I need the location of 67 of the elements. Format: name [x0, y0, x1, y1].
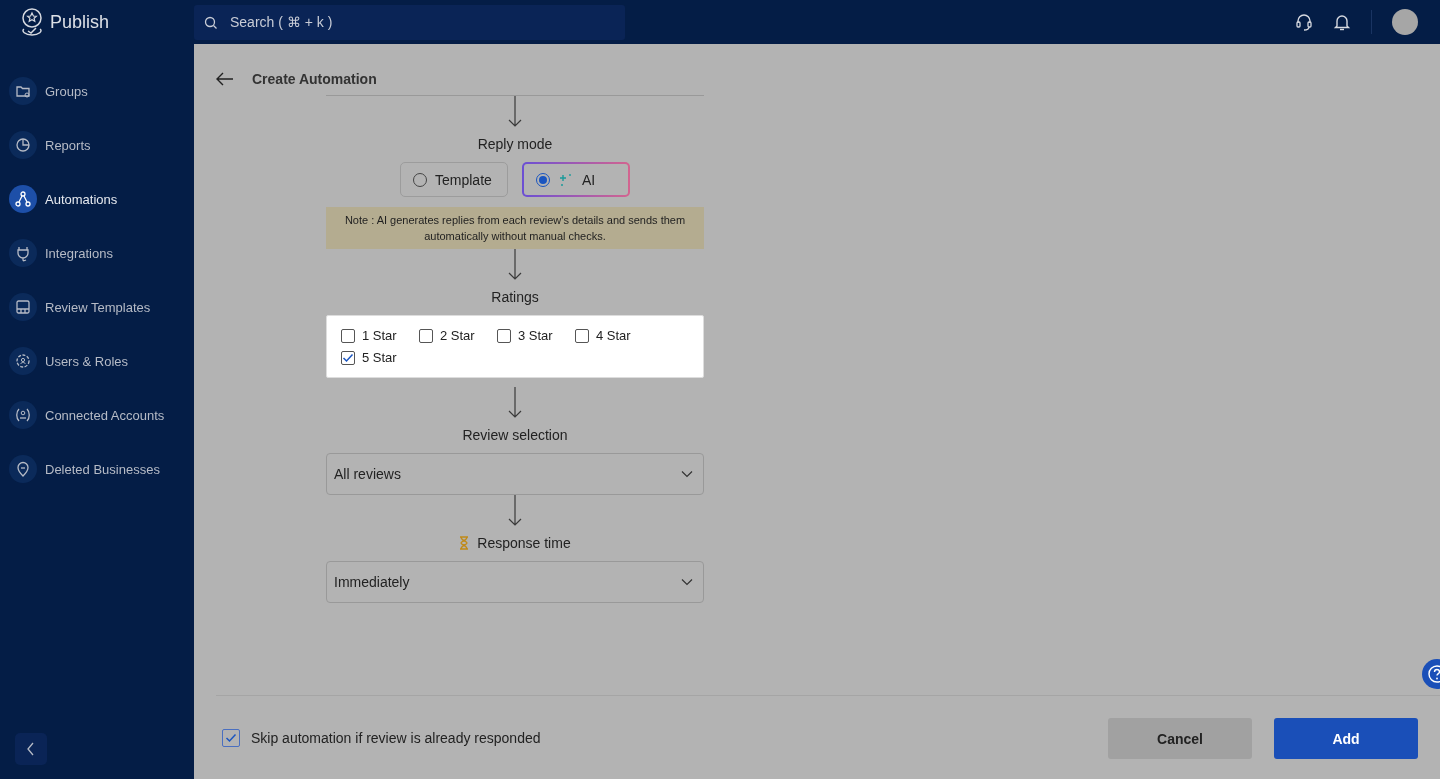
down-arrow-icon	[507, 495, 523, 527]
rating-checkbox[interactable]	[419, 328, 433, 343]
rating-checkbox[interactable]	[341, 350, 355, 365]
sidebar-label: Deleted Businesses	[45, 461, 160, 477]
sidebar-item[interactable]: Deleted Businesses	[0, 442, 194, 496]
section-label: Review selection	[462, 427, 568, 443]
branch-icon	[9, 185, 37, 213]
layout-icon	[9, 293, 37, 321]
sidebar-item[interactable]: Review Templates	[0, 280, 194, 334]
sidebar-item[interactable]: Users & Roles	[0, 334, 194, 388]
reply-mode-option[interactable]: AI	[522, 162, 630, 197]
folder-icon	[9, 77, 37, 105]
page-title: Create Automation	[252, 71, 377, 87]
rating-label: 3 Star	[518, 328, 553, 343]
sidebar-label: Users & Roles	[45, 353, 129, 369]
down-arrow-icon	[507, 249, 523, 281]
add-button[interactable]: Add	[1274, 718, 1418, 759]
checkmark-icon	[225, 732, 237, 743]
chevron-left-icon	[26, 742, 36, 756]
section-label: Ratings	[491, 289, 539, 305]
section-label: Reply mode	[477, 136, 553, 152]
down-arrow-icon	[507, 387, 523, 419]
sidebar-item[interactable]: Groups	[0, 64, 194, 118]
rating-checkbox[interactable]	[497, 328, 511, 343]
cancel-button[interactable]: Cancel	[1108, 718, 1252, 759]
rating-label: 5 Star	[362, 350, 397, 365]
sidebar-label: Connected Accounts	[45, 407, 165, 423]
collapse-button[interactable]	[15, 733, 47, 765]
skip-checkbox[interactable]	[222, 728, 240, 747]
sidebar-label: Integrations	[45, 245, 113, 261]
logo-icon	[20, 7, 44, 37]
reply-mode-option[interactable]: Template	[400, 162, 508, 197]
sidebar-label: Reports	[45, 137, 91, 153]
sidebar-item[interactable]: Reports	[0, 118, 194, 172]
rating-checkbox[interactable]	[341, 328, 355, 343]
response-time-dropdown[interactable]: Immediately	[326, 561, 704, 603]
headset-icon[interactable]	[1295, 13, 1313, 31]
section-label: Response time	[477, 535, 571, 551]
avatar[interactable]	[1392, 9, 1418, 35]
rating-label: 4 Star	[596, 328, 631, 343]
pie-chart-icon	[9, 131, 37, 159]
review-selection-dropdown[interactable]: All reviews	[326, 453, 704, 495]
sparkle-icon	[558, 171, 574, 188]
search-icon	[204, 15, 218, 30]
user-icon	[9, 401, 37, 429]
rating-checkbox[interactable]	[575, 328, 589, 343]
back-arrow-icon[interactable]	[216, 72, 234, 86]
sidebar-label: Groups	[45, 83, 88, 99]
sidebar-item[interactable]: Integrations	[0, 226, 194, 280]
chevron-down-icon	[681, 578, 693, 586]
app-name: Publish	[50, 11, 110, 33]
chevron-down-icon	[681, 470, 693, 478]
sidebar-label: Review Templates	[45, 299, 151, 315]
search-field[interactable]: Search ( ⌘ + k )	[194, 4, 625, 40]
bell-icon[interactable]	[1333, 13, 1351, 31]
note-text: Note : AI generates replies from each review's details and sends them automatically without manual checks.	[326, 207, 704, 249]
location-pin-icon	[9, 455, 37, 483]
sidebar-item[interactable]: Automations	[0, 172, 194, 226]
plug-icon	[9, 239, 37, 267]
skip-label: Skip automation if review is already responded	[251, 729, 541, 746]
rating-label: 1 Star	[362, 328, 397, 343]
checkmark-icon	[342, 352, 354, 363]
sidebar-label: Automations	[45, 191, 118, 207]
down-arrow-icon	[507, 96, 523, 128]
hourglass-icon	[459, 536, 470, 550]
rating-label: 2 Star	[440, 328, 475, 343]
sidebar-item[interactable]: Connected Accounts	[0, 388, 194, 442]
